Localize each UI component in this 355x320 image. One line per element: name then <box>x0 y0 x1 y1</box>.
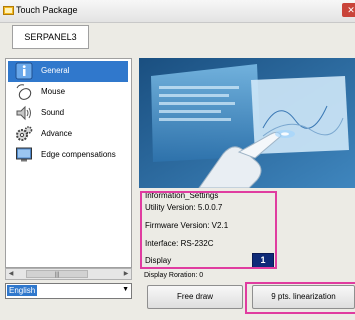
mouse-icon <box>16 84 32 100</box>
settings-nav: General Mouse Sound Advance Edge compens… <box>5 58 132 268</box>
gears-icon <box>16 126 33 141</box>
info-icon <box>15 62 33 80</box>
device-name: SERPANEL3 <box>24 32 77 42</box>
scroll-thumb[interactable]: ||| <box>26 270 88 278</box>
nav-label-sound: Sound <box>41 108 65 117</box>
nav-item-advance[interactable]: Advance <box>8 124 128 145</box>
nav-label-advance: Advance <box>41 129 73 138</box>
device-name-box[interactable]: SERPANEL3 <box>12 25 89 49</box>
nav-item-general[interactable]: General <box>8 61 128 82</box>
chevron-down-icon[interactable]: ▼ <box>122 286 129 293</box>
nav-label-edge-compensations: Edge compensations <box>41 150 116 159</box>
nav-item-mouse[interactable]: Mouse <box>8 82 128 103</box>
nav-item-edge-compensations[interactable]: Edge compensations <box>8 145 128 166</box>
nav-item-sound[interactable]: Sound <box>8 103 128 124</box>
touch-screen-banner-image <box>139 58 355 188</box>
banner-illustration <box>139 58 355 188</box>
nav-horizontal-scrollbar[interactable]: ◀ ||| ▶ <box>5 268 132 280</box>
monitor-icon <box>16 147 32 162</box>
scroll-right-icon[interactable]: ▶ <box>121 269 131 279</box>
close-button[interactable]: ✕ <box>342 3 355 17</box>
nav-label-mouse: Mouse <box>41 87 66 96</box>
language-select[interactable]: English ▼ <box>5 283 132 299</box>
free-draw-button[interactable]: Free draw <box>147 285 243 309</box>
app-window: Touch Package ✕ SERPANEL3 General Mouse <box>0 0 355 320</box>
info-highlight-frame <box>140 191 277 269</box>
language-value: English <box>7 285 38 296</box>
app-icon <box>3 6 14 15</box>
speaker-icon <box>16 105 31 121</box>
window-title: Touch Package <box>16 5 78 15</box>
display-rotation: Display Roration: 0 <box>144 272 204 279</box>
linearization-highlight-frame <box>245 282 355 314</box>
scroll-left-icon[interactable]: ◀ <box>6 269 16 279</box>
nav-label-general: General <box>41 66 70 75</box>
scroll-grip-icon: ||| <box>54 272 60 278</box>
title-bar: Touch Package ✕ <box>0 0 355 23</box>
